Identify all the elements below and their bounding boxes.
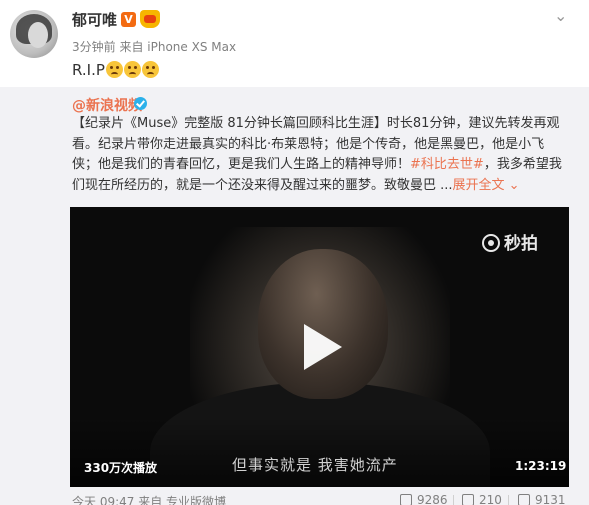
- miaopai-logo-icon: [482, 234, 500, 252]
- video-bottom-shade: [70, 417, 569, 487]
- chevron-down-icon[interactable]: ⌄: [554, 6, 567, 25]
- repost-author-name[interactable]: @新浪视频: [72, 95, 142, 115]
- post-meta: 3分钟前 来自 iPhone XS Max: [72, 38, 236, 55]
- hashtag-link[interactable]: #科比去世#: [410, 157, 484, 172]
- repost-count[interactable]: 9286: [400, 493, 448, 505]
- sad-face-icon: [105, 61, 123, 78]
- video-player[interactable]: 秒拍 330万次播放 但事实就是 我害她流产 1:23:19: [70, 207, 569, 487]
- post-text-content: R.I.P: [72, 61, 105, 79]
- divider: [453, 495, 454, 505]
- sad-face-icon: [141, 61, 159, 78]
- watermark-text: 秒拍: [504, 234, 538, 254]
- like-count-value: 9131: [535, 493, 566, 505]
- comment-icon: [462, 494, 474, 505]
- video-subtitle: 但事实就是 我害她流产: [232, 456, 398, 474]
- repost-footer-time[interactable]: 今天 09:47 来自 专业版微博: [72, 493, 226, 505]
- verified-blue-icon: [134, 97, 147, 110]
- divider: [508, 495, 509, 505]
- video-watermark: 秒拍: [482, 229, 538, 254]
- repost-icon: [400, 494, 412, 505]
- verified-v-icon[interactable]: V: [121, 12, 136, 27]
- video-play-count: 330万次播放: [84, 461, 158, 475]
- expand-full-text-link[interactable]: 展开全文 ⌄: [453, 178, 520, 193]
- post-author-name[interactable]: 郁可唯: [72, 9, 117, 30]
- member-crown-icon[interactable]: [140, 10, 160, 28]
- post-time[interactable]: 3分钟前: [72, 40, 116, 54]
- post-text: R.I.P: [72, 61, 159, 79]
- like-count[interactable]: 9131: [518, 493, 566, 505]
- play-button[interactable]: [292, 320, 347, 375]
- sad-face-icon: [123, 61, 141, 78]
- avatar[interactable]: [10, 10, 58, 58]
- repost-count-value: 9286: [417, 493, 448, 505]
- avatar-face: [28, 22, 48, 48]
- comment-count-value: 210: [479, 493, 502, 505]
- play-icon: [304, 324, 342, 370]
- post-source: 来自 iPhone XS Max: [119, 40, 237, 54]
- comment-count[interactable]: 210: [462, 493, 502, 505]
- video-duration: 1:23:19: [515, 459, 567, 473]
- repost-text: 【纪录片《Muse》完整版 81分钟长篇回顾科比生涯】时长81分钟，建议先转发再…: [72, 114, 567, 196]
- like-icon: [518, 494, 530, 505]
